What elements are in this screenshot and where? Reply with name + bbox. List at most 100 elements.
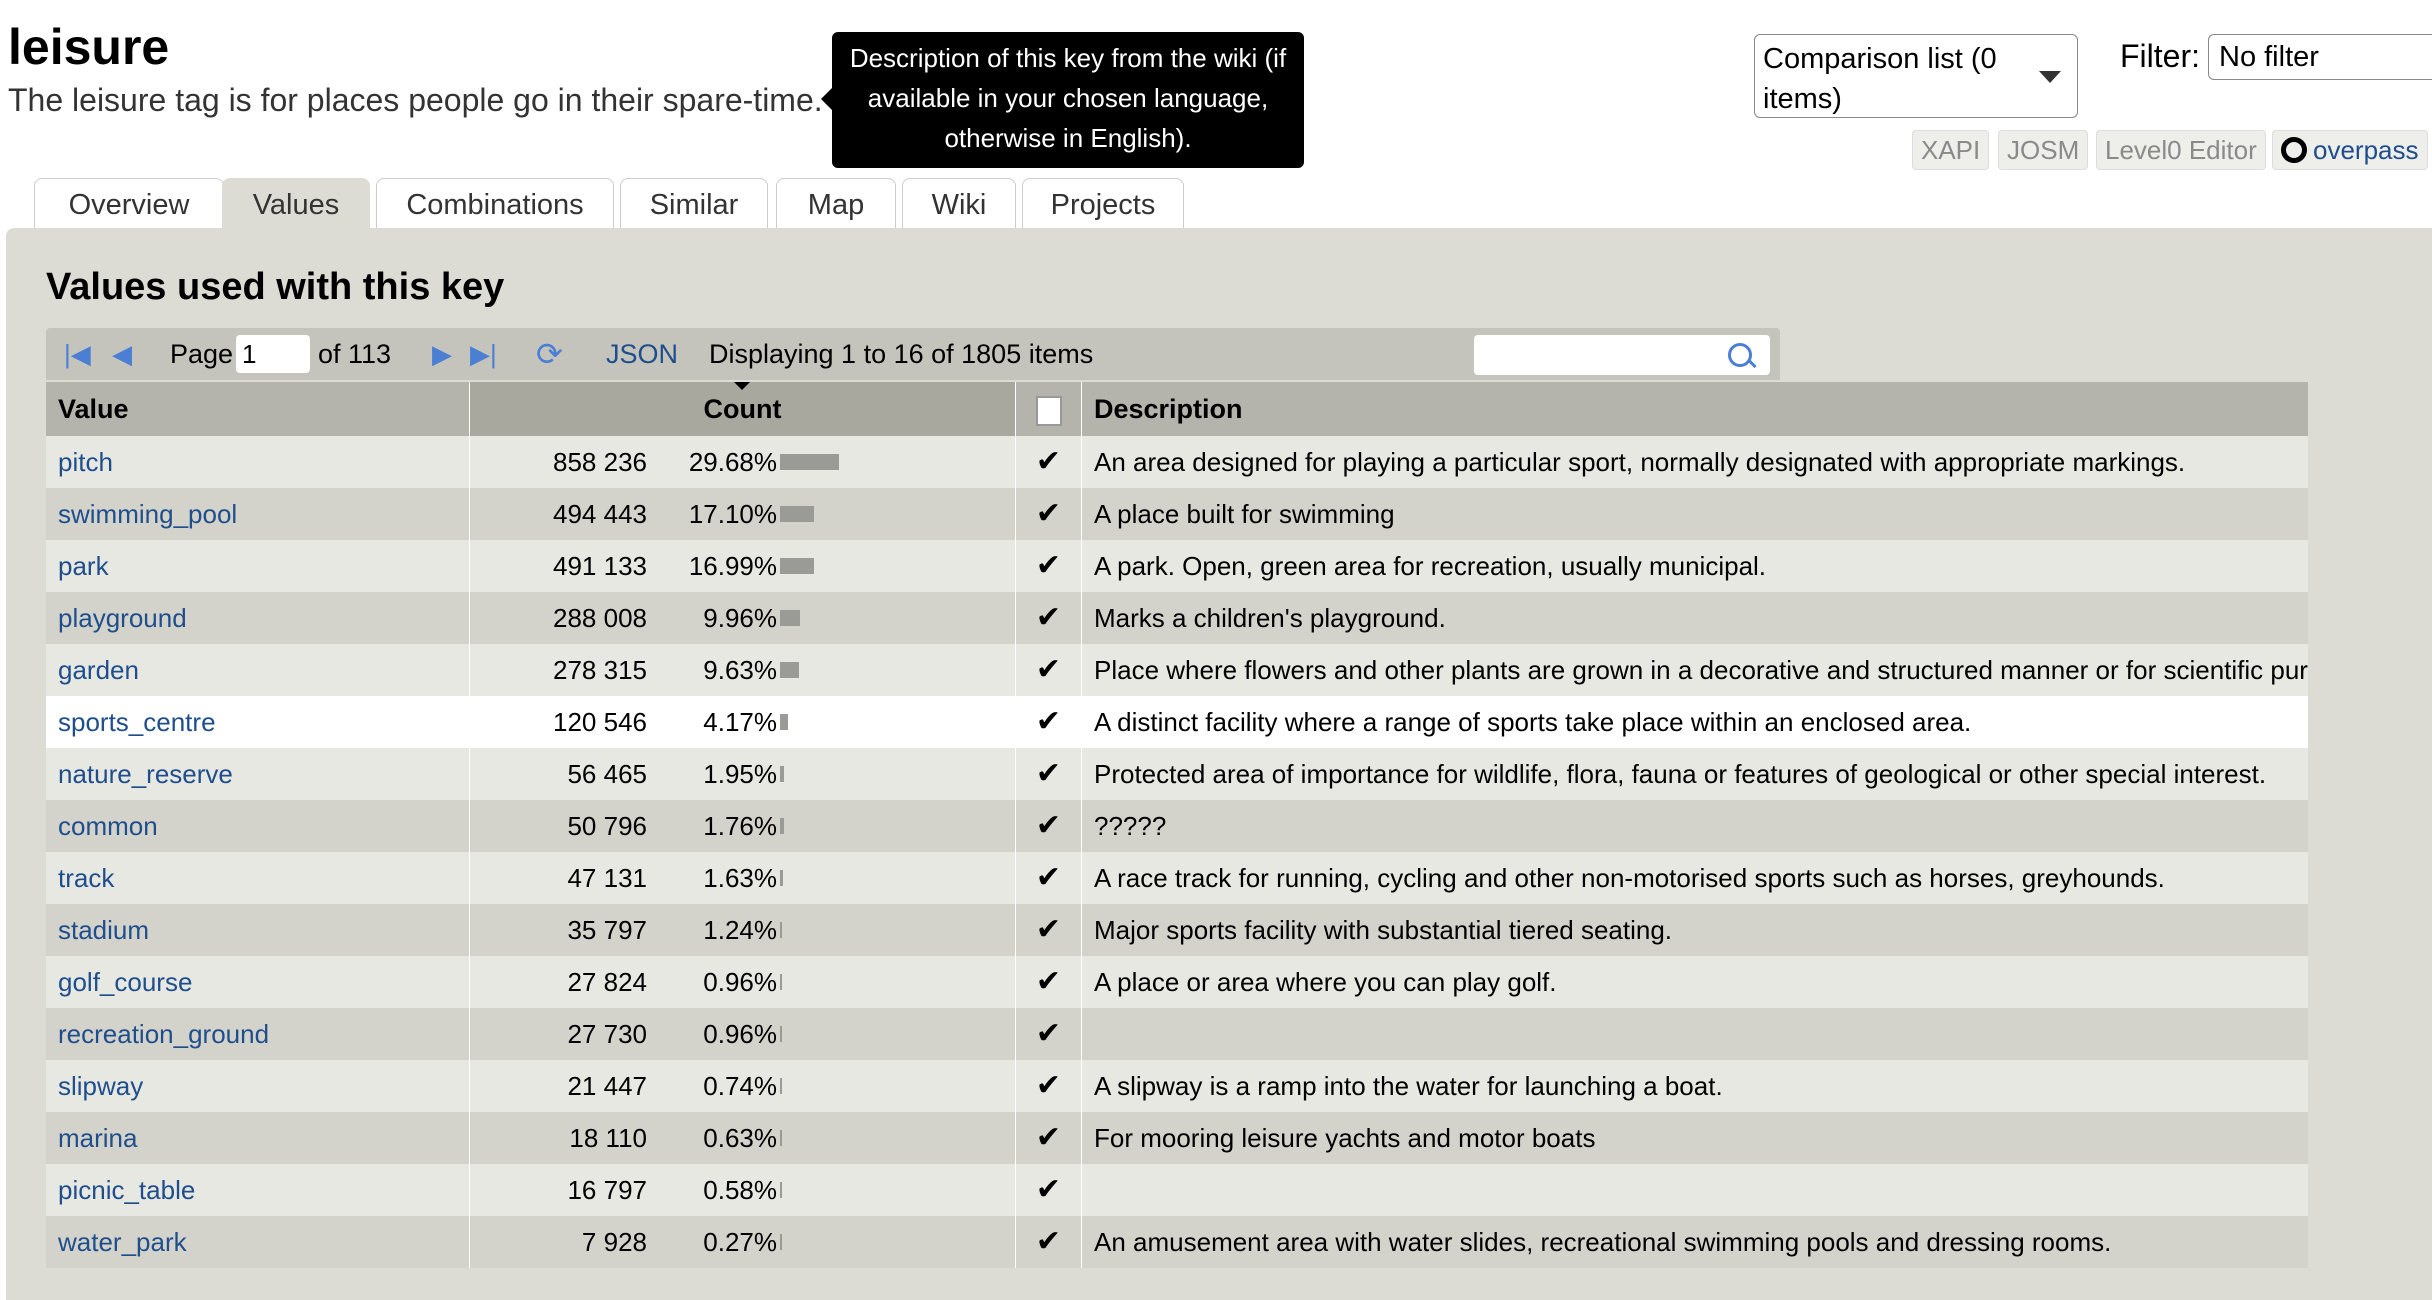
count-bar (780, 610, 800, 626)
count-bar (780, 1130, 782, 1146)
value-link[interactable]: golf_course (58, 967, 192, 997)
wiki-check-icon: ✔ (1016, 1060, 1082, 1112)
count-number: 27 730 (567, 1019, 647, 1049)
search-icon[interactable] (1728, 343, 1752, 367)
page-number-input[interactable] (236, 335, 310, 373)
count-bar (780, 818, 784, 834)
count-percent: 0.96% (703, 1019, 777, 1049)
value-link[interactable]: picnic_table (58, 1175, 195, 1205)
value-cell: water_park (46, 1216, 470, 1268)
column-header-value[interactable]: Value (46, 382, 470, 436)
page-label: Page (170, 339, 234, 369)
count-cell: 27 824 0.96% (470, 956, 1016, 1008)
overpass-label: overpass (2313, 135, 2419, 165)
prev-page-icon[interactable]: ◀ (112, 328, 132, 380)
next-page-icon[interactable]: ▶ (432, 328, 452, 380)
column-header-wiki[interactable] (1016, 382, 1082, 436)
description-cell (1082, 1164, 2308, 1216)
count-percent: 9.96% (703, 603, 777, 633)
wiki-check-icon: ✔ (1016, 748, 1082, 800)
value-cell: pitch (46, 436, 470, 488)
value-link[interactable]: marina (58, 1123, 137, 1153)
count-cell: 35 797 1.24% (470, 904, 1016, 956)
count-percent: 1.95% (703, 759, 777, 789)
value-link[interactable]: swimming_pool (58, 499, 237, 529)
value-cell: common (46, 800, 470, 852)
value-cell: track (46, 852, 470, 904)
count-header-label: Count (703, 394, 782, 424)
value-link[interactable]: slipway (58, 1071, 143, 1101)
count-bar (780, 974, 782, 990)
value-link[interactable]: track (58, 863, 114, 893)
count-cell: 278 315 9.63% (470, 644, 1016, 696)
value-link[interactable]: park (58, 551, 109, 581)
display-status: Displaying 1 to 16 of 1805 items (709, 339, 1094, 369)
refresh-icon[interactable]: ⟳ (536, 328, 563, 380)
josm-button[interactable]: JOSM (1998, 130, 2089, 170)
tab-map[interactable]: Map (776, 178, 896, 230)
count-number: 7 928 (581, 1227, 647, 1257)
tab-overview[interactable]: Overview (34, 178, 224, 230)
count-bar (780, 454, 839, 470)
value-link[interactable]: playground (58, 603, 187, 633)
table-row: park 491 133 16.99% ✔ A park. Open, green ar… (46, 540, 2308, 592)
xapi-button[interactable]: XAPI (1912, 130, 1990, 170)
value-cell: recreation_ground (46, 1008, 470, 1060)
count-cell: 858 236 29.68% (470, 436, 1016, 488)
description-cell: A place built for swimming (1094, 499, 1395, 529)
count-percent: 0.96% (703, 967, 777, 997)
overpass-button[interactable]: overpass (2272, 130, 2428, 170)
search-input[interactable] (1474, 335, 1770, 375)
description-cell: A race track for running, cycling and ot… (1094, 863, 2165, 893)
table-row: swimming_pool 494 443 17.10% ✔ A place built… (46, 488, 2308, 540)
last-page-icon[interactable]: ▶| (470, 328, 497, 380)
count-number: 288 008 (553, 603, 647, 633)
page-count-label: of 113 (318, 339, 392, 369)
count-percent: 4.17% (703, 707, 777, 737)
filter-select[interactable]: No filter (2208, 34, 2432, 80)
tab-similar[interactable]: Similar (620, 178, 768, 230)
count-bar (780, 1078, 782, 1094)
values-table: Value Count Description pitch 858 236 29.6… (46, 382, 2308, 1268)
description-cell: A park. Open, green area for recreation,… (1094, 551, 1767, 581)
tab-wiki[interactable]: Wiki (902, 178, 1016, 230)
value-link[interactable]: pitch (58, 447, 113, 477)
json-link[interactable]: JSON (606, 328, 678, 380)
comparison-list-select[interactable]: Comparison list (0 items) (1754, 34, 2078, 118)
value-link[interactable]: sports_centre (58, 707, 216, 737)
count-cell: 16 797 0.58% (470, 1164, 1016, 1216)
value-link[interactable]: recreation_ground (58, 1019, 269, 1049)
wiki-check-icon: ✔ (1016, 1008, 1082, 1060)
wiki-check-icon: ✔ (1016, 1164, 1082, 1216)
document-icon (1035, 395, 1062, 426)
count-number: 16 797 (567, 1175, 647, 1205)
count-number: 50 796 (567, 811, 647, 841)
value-link[interactable]: nature_reserve (58, 759, 233, 789)
column-header-description[interactable]: Description (1082, 382, 2308, 436)
description-cell: ????? (1094, 811, 1167, 841)
value-link[interactable]: water_park (58, 1227, 187, 1257)
description-cell: Place where flowers and other plants are… (1094, 655, 2308, 685)
tab-combinations[interactable]: Combinations (376, 178, 614, 230)
tab-values[interactable]: Values (222, 178, 370, 232)
key-description: The leisure tag is for places people go … (8, 82, 823, 118)
count-cell: 120 546 4.17% (470, 696, 1016, 748)
wiki-check-icon: ✔ (1016, 800, 1082, 852)
value-link[interactable]: garden (58, 655, 139, 685)
table-row: nature_reserve 56 465 1.95% ✔ Protected area… (46, 748, 2308, 800)
description-cell: A distinct facility where a range of spo… (1094, 707, 1972, 737)
value-link[interactable]: common (58, 811, 158, 841)
count-number: 491 133 (553, 551, 647, 581)
tab-projects[interactable]: Projects (1022, 178, 1184, 230)
count-cell: 50 796 1.76% (470, 800, 1016, 852)
count-bar (780, 662, 799, 678)
count-bar (780, 558, 814, 574)
count-bar (780, 766, 784, 782)
first-page-icon[interactable]: |◀ (64, 328, 91, 380)
level0-editor-button[interactable]: Level0 Editor (2096, 130, 2266, 170)
count-number: 35 797 (567, 915, 647, 945)
value-link[interactable]: stadium (58, 915, 149, 945)
count-number: 18 110 (569, 1123, 647, 1153)
wiki-check-icon: ✔ (1016, 436, 1082, 488)
column-header-count[interactable]: Count (470, 382, 1016, 436)
